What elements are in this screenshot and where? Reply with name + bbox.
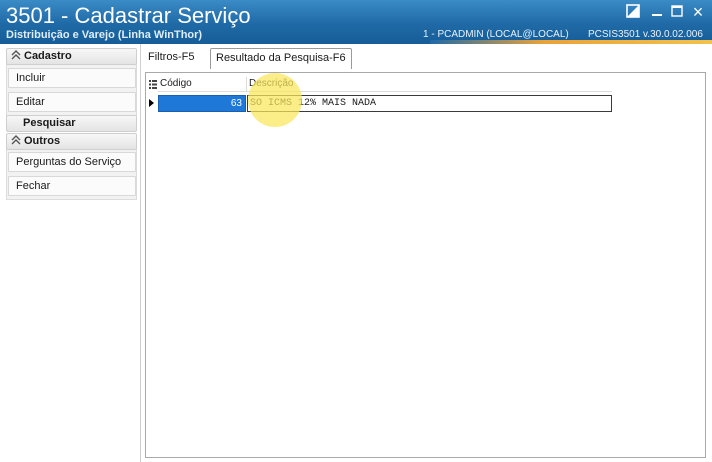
chevron-up-icon — [11, 50, 21, 60]
window-title: 3501 - Cadastrar Serviço — [6, 3, 251, 28]
title-accent-bar — [430, 40, 712, 44]
pesquisar-button[interactable]: Pesquisar — [6, 115, 137, 132]
incluir-button[interactable]: Incluir — [8, 68, 136, 88]
minimize-icon[interactable] — [650, 4, 666, 20]
group-label-outros: Outros — [24, 135, 61, 147]
tab-resultado-pesquisa[interactable]: Resultado da Pesquisa-F6 — [210, 48, 352, 69]
results-grid[interactable]: Código Descrição 63 SO ICMS 12% MAIS NAD… — [145, 72, 706, 458]
maximize-icon[interactable] — [670, 4, 686, 20]
perguntas-do-servico-button[interactable]: Perguntas do Serviço — [8, 152, 136, 172]
table-row[interactable]: 63 SO ICMS 12% MAIS NADA — [146, 95, 612, 112]
group-label-pesquisar: Pesquisar — [23, 117, 76, 129]
column-header-descricao[interactable]: Descrição — [247, 77, 612, 92]
column-header-codigo[interactable]: Código — [158, 77, 247, 92]
restore-icon[interactable] — [626, 4, 642, 20]
title-bar: 3501 - Cadastrar Serviço Distribuição e … — [0, 0, 712, 44]
group-label-cadastro: Cadastro — [24, 50, 72, 62]
close-icon[interactable]: × — [690, 3, 706, 21]
row-indicator-icon — [149, 99, 154, 107]
cell-descricao[interactable]: SO ICMS 12% MAIS NADA — [247, 95, 612, 112]
group-header-cadastro[interactable]: Cadastro — [6, 48, 137, 65]
window-subtitle: Distribuição e Varejo (Linha WinThor) — [6, 29, 203, 41]
group-header-outros[interactable]: Outros — [6, 133, 137, 150]
cell-codigo[interactable]: 63 — [158, 95, 246, 112]
chevron-up-icon — [11, 135, 21, 145]
editar-button[interactable]: Editar — [8, 92, 136, 112]
side-panel: Cadastro Incluir Editar Pesquisar Outros… — [0, 44, 141, 462]
grid-header: Código Descrição — [146, 77, 616, 92]
tab-filtros[interactable]: Filtros-F5 — [143, 48, 200, 68]
column-chooser-icon[interactable] — [149, 80, 157, 89]
fechar-button[interactable]: Fechar — [8, 176, 136, 196]
